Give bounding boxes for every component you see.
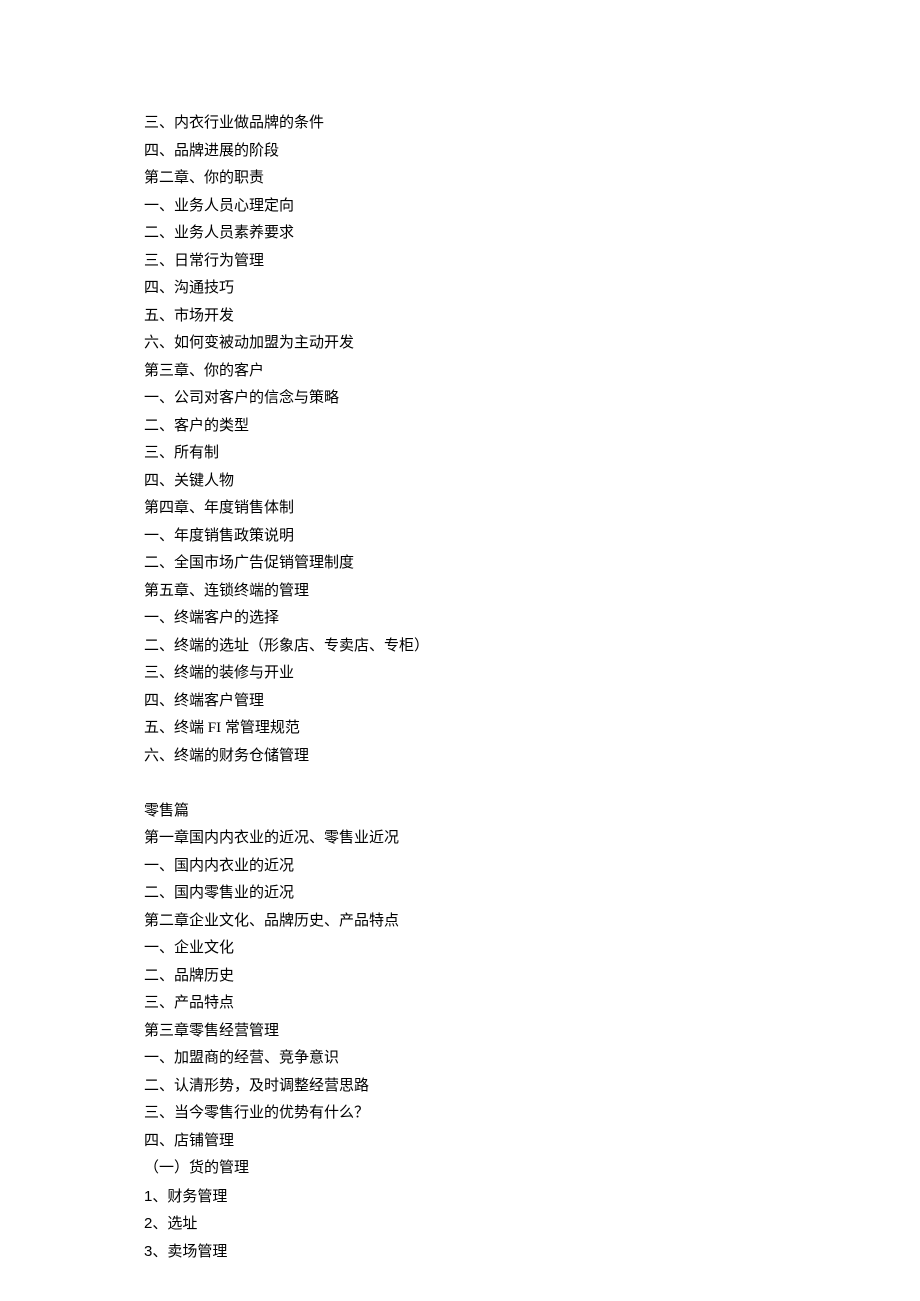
toc-line: 1、财务管理 xyxy=(144,1183,920,1211)
toc-line: 3、卖场管理 xyxy=(144,1238,920,1266)
toc-line: 四、终端客户管理 xyxy=(144,688,920,716)
toc-line: 一、公司对客户的信念与策略 xyxy=(144,385,920,413)
toc-line: 二、全国市场广告促销管理制度 xyxy=(144,550,920,578)
toc-line: 五、市场开发 xyxy=(144,303,920,331)
toc-line: 二、客户的类型 xyxy=(144,413,920,441)
document-content: 三、内衣行业做品牌的条件四、品牌进展的阶段第二章、你的职责一、业务人员心理定向二… xyxy=(144,110,920,1265)
toc-line: 第三章、你的客户 xyxy=(144,358,920,386)
toc-line: 三、日常行为管理 xyxy=(144,248,920,276)
toc-line: 第二章企业文化、品牌历史、产品特点 xyxy=(144,908,920,936)
toc-line: （一）货的管理 xyxy=(144,1155,920,1183)
toc-line: 三、当今零售行业的优势有什么？ xyxy=(144,1100,920,1128)
toc-line: 二、认清形势，及时调整经营思路 xyxy=(144,1073,920,1101)
toc-line: 六、终端的财务仓储管理 xyxy=(144,743,920,771)
toc-line: 五、终端 FI 常管理规范 xyxy=(144,715,920,743)
toc-line: 四、关键人物 xyxy=(144,468,920,496)
toc-line: 四、店铺管理 xyxy=(144,1128,920,1156)
toc-line: 2、选址 xyxy=(144,1210,920,1238)
toc-line: 三、内衣行业做品牌的条件 xyxy=(144,110,920,138)
toc-line: 第一章国内内衣业的近况、零售业近况 xyxy=(144,825,920,853)
toc-line: 三、产品特点 xyxy=(144,990,920,1018)
toc-line: 第四章、年度销售体制 xyxy=(144,495,920,523)
toc-line: 一、终端客户的选择 xyxy=(144,605,920,633)
toc-line: 第二章、你的职责 xyxy=(144,165,920,193)
toc-line: 二、国内零售业的近况 xyxy=(144,880,920,908)
toc-line: 一、年度销售政策说明 xyxy=(144,523,920,551)
toc-line: 二、业务人员素养要求 xyxy=(144,220,920,248)
toc-line: 一、业务人员心理定向 xyxy=(144,193,920,221)
toc-line: 三、所有制 xyxy=(144,440,920,468)
toc-line: 六、如何变被动加盟为主动开发 xyxy=(144,330,920,358)
toc-line: 二、终端的选址（形象店、专卖店、专柜） xyxy=(144,633,920,661)
toc-line: 二、品牌历史 xyxy=(144,963,920,991)
toc-line: 一、企业文化 xyxy=(144,935,920,963)
toc-line: 零售篇 xyxy=(144,798,920,826)
toc-line: 四、品牌进展的阶段 xyxy=(144,138,920,166)
toc-line: 一、加盟商的经营、竞争意识 xyxy=(144,1045,920,1073)
toc-line: 四、沟通技巧 xyxy=(144,275,920,303)
toc-line xyxy=(144,770,920,798)
toc-line: 一、国内内衣业的近况 xyxy=(144,853,920,881)
toc-line: 第三章零售经营管理 xyxy=(144,1018,920,1046)
toc-line: 三、终端的装修与开业 xyxy=(144,660,920,688)
toc-line: 第五章、连锁终端的管理 xyxy=(144,578,920,606)
